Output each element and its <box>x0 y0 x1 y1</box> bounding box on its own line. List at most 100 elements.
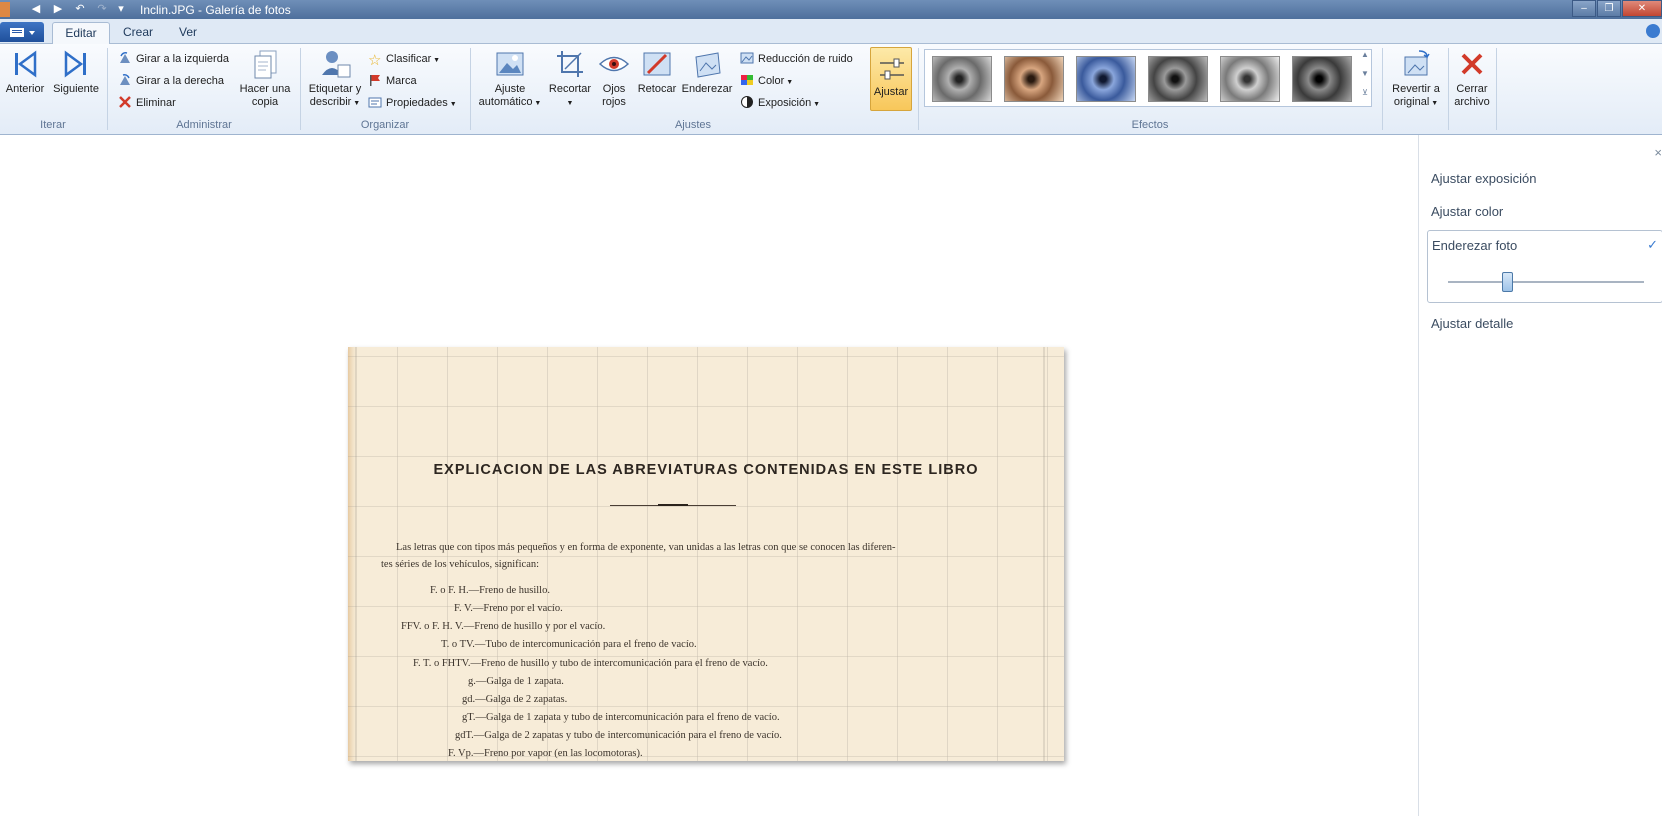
make-copy-button[interactable]: Hacer una copia <box>236 47 294 109</box>
flag-icon <box>370 75 380 86</box>
flag-button[interactable]: Marca <box>368 72 417 90</box>
redo-icon[interactable]: ↷ <box>94 2 110 17</box>
rate-button[interactable]: ☆ Clasificar ▼ <box>368 50 441 69</box>
adjust-label: Ajustar <box>873 86 909 98</box>
person-tag-icon <box>322 51 351 78</box>
delete-button[interactable]: Eliminar <box>118 94 176 112</box>
group-label-iterar: Iterar <box>40 119 66 131</box>
photo-image[interactable]: EXPLICACION DE LAS ABREVIATURAS CONTENID… <box>348 347 1064 761</box>
color-button[interactable]: Color ▼ <box>740 72 793 90</box>
document-intro: tes séries de los vehículos, significan: <box>381 559 540 570</box>
customize-toolbar-icon[interactable]: ▾ <box>114 2 128 17</box>
check-icon: ✓ <box>1647 237 1658 252</box>
crop-button[interactable]: Recortar ▼ <box>546 47 594 110</box>
color-label: Color <box>758 75 785 87</box>
chevron-down-icon: ▼ <box>351 100 361 107</box>
make-copy-label-1: Hacer una <box>239 83 291 95</box>
title-rule-accent <box>658 504 688 506</box>
retouch-label: Retocar <box>637 83 677 95</box>
close-panel-icon[interactable]: × <box>1654 145 1662 160</box>
effect-thumbnail[interactable] <box>932 56 992 102</box>
close-file-label-2: archivo <box>1454 96 1490 108</box>
tag-describe-label-2: describir <box>309 96 352 108</box>
group-separator <box>300 48 301 130</box>
effect-thumbnail[interactable] <box>1076 56 1136 102</box>
app-icon[interactable] <box>0 2 10 17</box>
noise-reduction-button[interactable]: Reducción de ruido <box>740 50 853 68</box>
forward-icon[interactable]: ▶ <box>50 2 66 17</box>
panel-item-exposure[interactable]: Ajustar exposición <box>1431 171 1537 186</box>
retouch-button[interactable]: Retocar <box>634 47 680 96</box>
app-menu-button[interactable] <box>0 22 44 42</box>
effect-thumbnail[interactable] <box>1148 56 1208 102</box>
effects-scroll[interactable]: ▲ ▼ ⊻ <box>1358 50 1372 108</box>
straighten-slider-thumb[interactable] <box>1501 272 1513 292</box>
tag-describe-label-1: Etiquetar y <box>308 83 362 95</box>
undo-icon[interactable]: ↶ <box>72 2 88 17</box>
auto-adjust-label-2: automático <box>478 96 533 108</box>
crop-icon <box>557 51 583 77</box>
noise-icon <box>740 52 754 64</box>
revert-original-button[interactable]: Revertir a original ▼ <box>1386 47 1446 110</box>
document-content: EXPLICACION DE LAS ABREVIATURAS CONTENID… <box>348 347 1064 761</box>
revert-label-2: original <box>1393 96 1430 108</box>
panel-item-detail[interactable]: Ajustar detalle <box>1431 316 1513 331</box>
properties-button[interactable]: Propiedades ▼ <box>368 94 457 112</box>
group-label-efectos: Efectos <box>1131 119 1169 131</box>
group-separator <box>1382 48 1383 130</box>
anterior-button[interactable]: Anterior <box>2 47 48 96</box>
rotate-left-label: Girar a la izquierda <box>136 53 229 65</box>
next-icon <box>64 50 86 78</box>
help-icon[interactable] <box>1646 24 1660 38</box>
adjust-button[interactable]: Ajustar <box>870 47 912 111</box>
adjust-panel: × Ajustar exposición Ajustar color Ender… <box>1418 135 1662 816</box>
rotate-left-icon <box>120 52 130 63</box>
panel-item-straighten[interactable]: Enderezar foto <box>1432 238 1517 253</box>
document-entry: F. o F. H.—Freno de husillo. <box>430 585 550 596</box>
straighten-icon <box>695 52 721 78</box>
document-entry: F. Vp.—Freno por vapor (en las locomotor… <box>448 748 643 759</box>
exposure-button[interactable]: Exposición ▼ <box>740 94 820 112</box>
group-label-organizar: Organizar <box>360 119 410 131</box>
close-file-button[interactable]: Cerrar archivo <box>1450 47 1494 109</box>
properties-label: Propiedades <box>386 97 448 109</box>
rotate-left-button[interactable]: Girar a la izquierda <box>118 50 229 68</box>
scroll-down-icon[interactable]: ▼ <box>1358 69 1372 88</box>
red-eye-button[interactable]: Ojos rojos <box>596 47 632 109</box>
chevron-down-icon: ▼ <box>431 57 441 64</box>
retouch-icon <box>643 52 671 76</box>
effects-gallery: ▲ ▼ ⊻ <box>924 49 1372 107</box>
rotate-right-button[interactable]: Girar a la derecha <box>118 72 224 90</box>
straighten-slider-track[interactable] <box>1448 281 1644 283</box>
document-intro: Las letras que con tipos más pequeños y … <box>396 542 896 553</box>
exposure-icon <box>741 96 753 108</box>
title-bar: ◀ ▶ ↶ ↷ ▾ Inclin.JPG - Galería de fotos … <box>0 0 1662 19</box>
effect-thumbnail[interactable] <box>1004 56 1064 102</box>
rate-label: Clasificar <box>386 53 432 65</box>
copy-icon <box>254 50 277 79</box>
tab-ver[interactable]: Ver <box>170 22 206 44</box>
maximize-button[interactable]: ❐ <box>1597 0 1621 17</box>
effect-thumbnail[interactable] <box>1220 56 1280 102</box>
exposure-label: Exposición <box>758 97 812 109</box>
close-window-button[interactable]: ✕ <box>1622 0 1662 17</box>
expand-gallery-icon[interactable]: ⊻ <box>1358 88 1372 107</box>
effect-thumbnail[interactable] <box>1292 56 1352 102</box>
tab-editar[interactable]: Editar <box>52 22 110 44</box>
document-entry: gd.—Galga de 2 zapatas. <box>462 694 568 705</box>
straighten-button[interactable]: Enderezar <box>680 47 734 96</box>
tab-crear[interactable]: Crear <box>116 22 160 44</box>
star-icon: ☆ <box>368 52 382 69</box>
siguiente-button[interactable]: Siguiente <box>50 47 102 96</box>
tag-describe-button[interactable]: Etiquetar y describir ▼ <box>304 47 366 110</box>
document-entry: T. o TV.—Tubo de intercomunicación para … <box>441 639 697 650</box>
scroll-up-icon[interactable]: ▲ <box>1358 50 1372 69</box>
minimize-button[interactable]: – <box>1572 0 1596 17</box>
close-file-label-1: Cerrar <box>1456 83 1488 95</box>
revert-label-1: Revertir a <box>1392 83 1440 95</box>
document-entry: F. T. o FHTV.—Freno de husillo y tubo de… <box>413 658 768 669</box>
auto-adjust-button[interactable]: Ajuste automático ▼ <box>474 47 546 110</box>
back-icon[interactable]: ◀ <box>28 2 44 17</box>
panel-item-color[interactable]: Ajustar color <box>1431 204 1503 219</box>
chevron-down-icon: ▼ <box>1429 100 1439 107</box>
